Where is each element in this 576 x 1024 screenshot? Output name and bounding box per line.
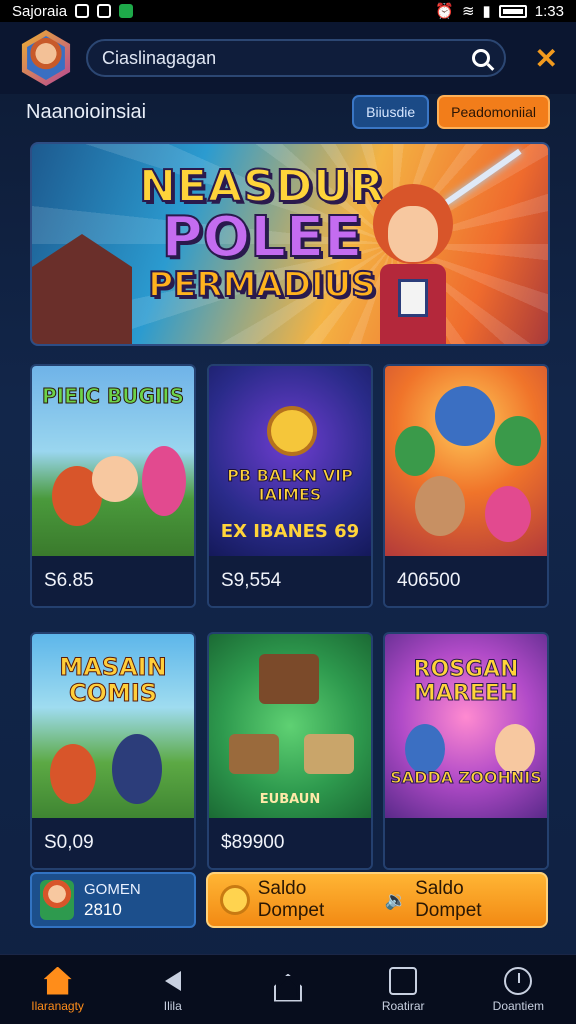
user-avatar[interactable] bbox=[21, 30, 71, 86]
game-card-art: PIEIC BUGIIS bbox=[32, 366, 194, 556]
game-card[interactable]: EUBAUN $89900 bbox=[207, 632, 373, 870]
banner-title-line2: POLEE bbox=[161, 205, 364, 270]
tab-orange[interactable]: Peadomoniial bbox=[437, 95, 550, 129]
nav-item-chat[interactable]: Roatirar bbox=[353, 966, 453, 1013]
game-card-art: EUBAUN bbox=[209, 634, 371, 818]
section-title: Naanoioinsiai bbox=[26, 100, 147, 123]
game-card-art: ROSGAN MAREEH SADDA ZOOHNIS bbox=[385, 634, 547, 818]
game-card-title: EUBAUN bbox=[259, 792, 321, 807]
banner-title-line3: PERMADIUS bbox=[147, 265, 376, 305]
wallet-label-left: Saldo Dompet bbox=[257, 878, 325, 921]
game-card-art bbox=[385, 366, 547, 556]
player-avatar bbox=[40, 880, 74, 920]
coin-icon bbox=[220, 885, 250, 915]
app-notification-icon bbox=[119, 4, 134, 18]
nav-label: Ilaranagty bbox=[31, 998, 84, 1013]
game-card[interactable]: MASAIN COMIS S0,09 bbox=[30, 632, 196, 870]
clock-time: 1:33 bbox=[534, 2, 564, 20]
game-card-price bbox=[385, 818, 547, 868]
game-card[interactable]: PB BALKN VIP IAIMES EX IBANES 69 S9,554 bbox=[207, 364, 373, 608]
signal-icon: ▮ bbox=[482, 3, 491, 20]
wallet-balance-button[interactable]: Saldo Dompet 🔉 Saldo Dompet bbox=[206, 872, 548, 928]
notification-icon bbox=[75, 4, 90, 18]
tools-icon[interactable]: ✕ bbox=[535, 42, 558, 75]
nav-item-history[interactable]: Doantiem bbox=[468, 966, 568, 1013]
home-icon bbox=[43, 966, 72, 995]
nav-item-home[interactable]: Ilaranagty bbox=[8, 966, 108, 1013]
search-bar[interactable]: Ciaslinagagan bbox=[86, 39, 506, 77]
game-card-price: $89900 bbox=[209, 818, 371, 868]
battery-icon bbox=[498, 4, 527, 18]
game-card[interactable]: 406500 bbox=[383, 364, 549, 608]
game-card-art: MASAIN COMIS bbox=[32, 634, 194, 818]
avatar-image bbox=[27, 36, 65, 80]
bottom-navigation: Ilaranagty Ilila Roatirar Doantiem bbox=[0, 954, 576, 1024]
nav-label: Roatirar bbox=[381, 998, 425, 1013]
carrier-label: Sajoraia bbox=[12, 2, 68, 20]
search-icon[interactable] bbox=[472, 49, 490, 67]
nav-item-home-button[interactable] bbox=[238, 973, 338, 1006]
game-card-price: S0,09 bbox=[32, 818, 194, 868]
game-card-price: 406500 bbox=[385, 556, 547, 606]
game-card-price: S9,554 bbox=[209, 556, 371, 606]
game-card[interactable]: ROSGAN MAREEH SADDA ZOOHNIS bbox=[383, 632, 549, 870]
game-card-title: MASAIN COMIS bbox=[59, 653, 167, 707]
game-card[interactable]: PIEIC BUGIIS S6.85 bbox=[30, 364, 196, 608]
status-bar: Sajoraia ⏰ ≋ ▮ 1:33 bbox=[0, 0, 576, 22]
player-label: GOMEN bbox=[84, 881, 141, 898]
search-input[interactable]: Ciaslinagagan bbox=[102, 48, 472, 69]
alarm-icon: ⏰ bbox=[435, 3, 454, 20]
game-card-badge: SADDA ZOOHNIS bbox=[390, 768, 542, 787]
clock-icon bbox=[504, 966, 533, 995]
nav-label: Doantiem bbox=[492, 998, 545, 1013]
chat-icon bbox=[389, 966, 418, 995]
section-header: Naanoioinsiai Biiusdie Peadomoniial bbox=[0, 92, 576, 132]
player-mini-card[interactable]: GOMEN 2810 bbox=[30, 872, 196, 928]
game-card-price: S6.85 bbox=[32, 556, 194, 606]
speaker-icon: 🔉 bbox=[384, 889, 408, 910]
game-card-title: PIEIC BUGIIS bbox=[41, 384, 185, 409]
nav-label: Ilila bbox=[163, 998, 182, 1013]
banner-hero bbox=[358, 184, 468, 344]
player-value: 2810 bbox=[84, 900, 122, 919]
app-header: Ciaslinagagan ✕ bbox=[0, 22, 576, 94]
home-outline-icon bbox=[273, 973, 302, 1002]
nav-item-back[interactable]: Ilila bbox=[123, 967, 223, 1013]
banner-title-line1: NEASDUR bbox=[138, 161, 385, 212]
message-icon bbox=[97, 4, 112, 18]
game-card-art: PB BALKN VIP IAIMES EX IBANES 69 bbox=[209, 366, 371, 556]
wifi-icon: ≋ bbox=[461, 3, 475, 20]
game-card-title: ROSGAN MAREEH bbox=[413, 657, 519, 706]
promo-banner[interactable]: NEASDUR POLEE PERMADIUS bbox=[30, 142, 550, 346]
banner-title: NEASDUR POLEE PERMADIUS bbox=[132, 161, 392, 306]
game-card-badge: EX IBANES 69 bbox=[220, 521, 360, 542]
wallet-label-right: Saldo Dompet bbox=[415, 878, 482, 921]
game-card-title: PB BALKN VIP IAIMES bbox=[227, 466, 354, 505]
back-icon bbox=[159, 967, 187, 995]
tab-blue[interactable]: Biiusdie bbox=[352, 95, 430, 129]
